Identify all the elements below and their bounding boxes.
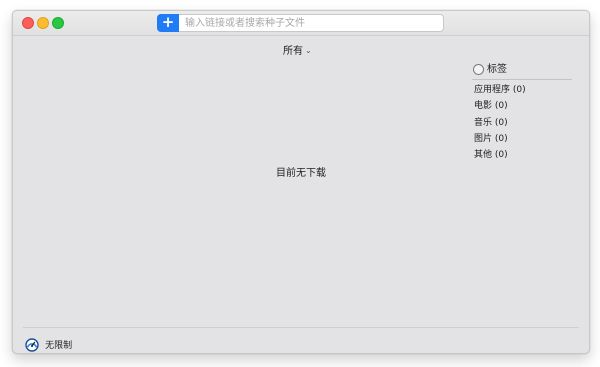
chevron-down-icon: ⌄ xyxy=(305,46,312,55)
filter-selected-label: 所有 xyxy=(283,46,303,57)
minimize-window-button[interactable] xyxy=(37,17,49,29)
sidebar-divider xyxy=(472,79,572,80)
tags-label: 标签 xyxy=(487,64,507,75)
empty-state-message: 目前无下载 xyxy=(276,168,326,179)
category-item-applications[interactable]: 应用程序 (0) xyxy=(472,82,572,98)
tags-radio-button[interactable] xyxy=(473,64,484,75)
speedometer-icon xyxy=(25,337,39,352)
zoom-window-button[interactable] xyxy=(52,17,64,29)
tags-header[interactable]: 标签 xyxy=(472,59,572,77)
category-item-movies[interactable]: 电影 (0) xyxy=(472,98,572,114)
speed-limit-button[interactable]: 无限制 xyxy=(25,334,73,352)
link-search-input[interactable] xyxy=(179,14,444,32)
status-bar-divider xyxy=(23,327,579,328)
category-list: 应用程序 (0) 电影 (0) 音乐 (0) 图片 (0) 其他 (0) xyxy=(472,82,572,163)
plus-icon: + xyxy=(161,13,175,31)
category-sidebar: 标签 应用程序 (0) 电影 (0) 音乐 (0) 图片 (0) 其他 (0) xyxy=(472,59,572,163)
category-item-music[interactable]: 音乐 (0) xyxy=(472,115,572,131)
filter-dropdown[interactable]: 所有 ⌄ xyxy=(283,42,319,57)
close-window-button[interactable] xyxy=(22,17,34,29)
category-item-other[interactable]: 其他 (0) xyxy=(472,147,572,163)
add-download-button[interactable]: + xyxy=(157,14,179,32)
app-window: + 所有⌄ 目前无下载 标签 应用程序 (0) 电影 (0) 音乐 (0) 图片… xyxy=(12,10,590,354)
category-item-pictures[interactable]: 图片 (0) xyxy=(472,131,572,147)
speed-limit-label: 无限制 xyxy=(45,341,73,351)
title-bar: + xyxy=(13,11,589,36)
